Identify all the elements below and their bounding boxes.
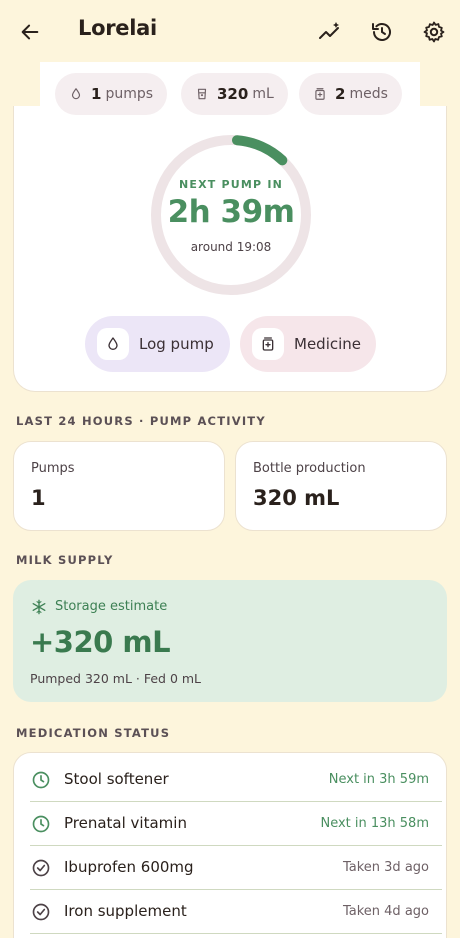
meds-chip-label: meds xyxy=(349,86,388,102)
medicine-icon xyxy=(315,88,325,100)
medication-status: Next in 3h 59m xyxy=(328,772,429,787)
storage-value: +320 mL xyxy=(30,625,171,659)
check-circle-icon xyxy=(32,859,50,877)
drop-icon xyxy=(97,328,129,360)
volume-chip-label: mL xyxy=(252,86,274,102)
medication-section-title: MEDICATION STATUS xyxy=(16,726,171,740)
next-pump-label: NEXT PUMP IN xyxy=(178,178,284,191)
bottle-icon xyxy=(197,88,207,100)
medication-name: Stool softener xyxy=(64,770,169,788)
medication-status: Taken 3d ago xyxy=(342,860,429,875)
summary-chip-strip: 1 pumps 320 mL 2 meds xyxy=(40,62,420,126)
medication-name: Iron supplement xyxy=(64,902,187,920)
volume-chip-value: 320 xyxy=(217,85,249,103)
trend-sparkle-icon[interactable] xyxy=(312,14,348,50)
pumps-chip-value: 1 xyxy=(91,85,102,103)
medication-status: Taken 4d ago xyxy=(342,904,429,919)
pumps-chip[interactable]: 1 pumps xyxy=(55,73,168,115)
bottle-stat-card: Bottle production 320 mL xyxy=(235,441,447,531)
supply-section-title: MILK SUPPLY xyxy=(16,553,114,567)
medicine-icon xyxy=(252,328,284,360)
pumps-stat-card: Pumps 1 xyxy=(13,441,225,531)
activity-section-title: LAST 24 HOURS · PUMP ACTIVITY xyxy=(16,414,266,428)
history-icon[interactable] xyxy=(364,14,400,50)
medicine-button[interactable]: Medicine xyxy=(240,316,376,372)
pumps-stat-value: 1 xyxy=(31,486,46,510)
top-app-bar: Lorelai xyxy=(0,0,460,64)
pump-timer-ring: NEXT PUMP IN 2h 39m around 19:08 xyxy=(150,134,312,296)
storage-label: Storage estimate xyxy=(55,599,168,614)
medication-name: Prenatal vitamin xyxy=(64,814,187,832)
medication-status: Next in 13h 58m xyxy=(320,816,429,831)
row-divider xyxy=(30,933,442,934)
meds-chip[interactable]: 2 meds xyxy=(299,73,402,115)
page-title: Lorelai xyxy=(78,16,157,40)
clock-icon xyxy=(32,815,50,833)
medication-name: Ibuprofen 600mg xyxy=(64,858,194,876)
drop-icon xyxy=(71,88,81,100)
medication-list-card: Stool softener Next in 3h 59m Prenatal v… xyxy=(13,752,447,938)
medication-row[interactable]: Stool softener Next in 3h 59m xyxy=(14,758,446,802)
bottle-stat-label: Bottle production xyxy=(253,461,366,476)
pumps-stat-label: Pumps xyxy=(31,461,75,476)
check-circle-icon xyxy=(32,903,50,921)
snowflake-icon xyxy=(32,599,46,615)
medication-row[interactable]: Iron supplement Taken 4d ago xyxy=(14,890,446,934)
clock-icon xyxy=(32,771,50,789)
meds-chip-value: 2 xyxy=(335,85,346,103)
volume-chip[interactable]: 320 mL xyxy=(181,73,288,115)
medication-row[interactable]: Prenatal vitamin Next in 13h 58m xyxy=(14,802,446,846)
pumps-chip-label: pumps xyxy=(105,86,154,102)
medication-row[interactable]: Ibuprofen 600mg Taken 3d ago xyxy=(14,846,446,890)
log-pump-button[interactable]: Log pump xyxy=(85,316,230,372)
bottle-stat-value: 320 mL xyxy=(253,486,340,510)
storage-detail: Pumped 320 mL · Fed 0 mL xyxy=(30,671,202,686)
around-time: around 19:08 xyxy=(190,240,272,254)
countdown-value: 2h 39m xyxy=(167,194,295,230)
medicine-label: Medicine xyxy=(294,335,362,353)
ring-progress-arc xyxy=(231,135,288,166)
back-arrow-icon[interactable] xyxy=(12,14,48,50)
log-pump-label: Log pump xyxy=(139,335,214,353)
settings-gear-icon[interactable] xyxy=(416,14,452,50)
storage-estimate-card[interactable]: Storage estimate +320 mL Pumped 320 mL ·… xyxy=(13,580,447,702)
next-pump-card: NEXT PUMP IN 2h 39m around 19:08 Log pum… xyxy=(13,106,447,392)
